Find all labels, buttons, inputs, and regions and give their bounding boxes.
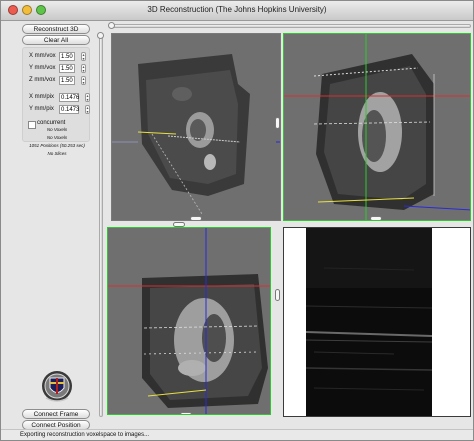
z-voxel-field[interactable]: 1.50	[59, 76, 75, 85]
top-slice-slider[interactable]	[108, 22, 471, 29]
z-voxel-row: Z mm/vox 1.50 ▴ ▾	[23, 76, 91, 86]
ultrasound-image-view[interactable]	[283, 227, 471, 417]
control-panel: Reconstruct 3D Clear All X mm/vox 1.50 ▴…	[19, 21, 95, 439]
info-slices: No Slices	[47, 151, 67, 156]
z-voxel-label: Z mm/vox	[29, 77, 56, 83]
x-pixel-row: X mm/pix 0.1476 ▴ ▾	[23, 93, 91, 103]
view1-h-handle[interactable]	[190, 216, 202, 220]
y-voxel-row: Y mm/vox 1.50 ▴ ▾	[23, 64, 91, 74]
view3-h-handle[interactable]	[180, 412, 192, 414]
y-voxel-label: Y mm/vox	[29, 65, 56, 71]
y-pixel-label: Y mm/pix	[29, 106, 54, 112]
x-pixel-stepper[interactable]: ▴ ▾	[85, 93, 90, 102]
y-pixel-field[interactable]: 0.1473	[59, 105, 79, 114]
x-pixel-label: X mm/pix	[29, 94, 55, 100]
x-voxel-stepper[interactable]: ▴ ▾	[81, 52, 86, 61]
x-voxel-row: X mm/vox 1.50 ▴ ▾	[23, 52, 91, 62]
reconstruct-3d-button[interactable]: Reconstruct 3D	[22, 24, 90, 34]
y-pixel-stepper[interactable]: ▴ ▾	[85, 105, 90, 114]
info-voxels-1: No Voxels	[46, 127, 68, 132]
x-voxel-field[interactable]: 1.50	[59, 52, 75, 61]
title-bar: 3D Reconstruction (The Johns Hopkins Uni…	[1, 1, 473, 21]
y-voxel-stepper[interactable]: ▴ ▾	[81, 64, 86, 73]
volume-render-3	[108, 228, 270, 414]
connect-frame-button[interactable]: Connect Frame	[22, 409, 90, 419]
clear-all-button[interactable]: Clear All	[22, 35, 90, 45]
app-window: 3D Reconstruction (The Johns Hopkins Uni…	[0, 0, 474, 441]
volume-render-1	[112, 54, 280, 215]
ultrasound-image	[284, 228, 470, 416]
y-voxel-field[interactable]: 1.50	[59, 64, 75, 73]
bottom-views-divider-handle[interactable]	[275, 289, 280, 301]
view-area	[97, 21, 473, 419]
jhu-seal-icon	[41, 369, 73, 405]
view-3d-top-right[interactable]	[283, 33, 471, 221]
left-slider-knob[interactable]	[97, 32, 104, 39]
x-voxel-label: X mm/vox	[29, 53, 56, 59]
top-views-divider-handle[interactable]	[275, 117, 280, 129]
info-voxels-2: No Voxels	[46, 135, 68, 140]
view2-h-handle[interactable]	[370, 216, 382, 220]
status-bar: Exporting reconstruction voxelspace to i…	[1, 429, 473, 440]
window-title: 3D Reconstruction (The Johns Hopkins Uni…	[147, 5, 327, 14]
concurrent-label: concurrent	[37, 120, 66, 126]
top-slider-knob[interactable]	[108, 22, 115, 29]
y-pixel-row: Y mm/pix 0.1473 ▴ ▾	[23, 105, 91, 115]
z-voxel-stepper[interactable]: ▴ ▾	[81, 76, 86, 85]
view-3d-top-left[interactable]	[111, 33, 281, 221]
left-slice-slider[interactable]	[97, 32, 104, 417]
info-positions: 1051 Positions (50.253 sec)	[29, 143, 85, 148]
view-3d-bottom-left[interactable]	[107, 227, 271, 415]
volume-render-2	[284, 34, 470, 220]
x-pixel-field[interactable]: 0.1476	[59, 93, 79, 102]
status-text: Exporting reconstruction voxelspace to i…	[20, 432, 150, 438]
